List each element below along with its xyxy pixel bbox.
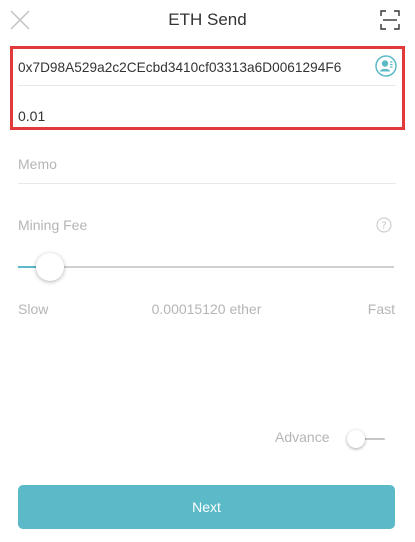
next-button[interactable]: Next: [18, 485, 395, 529]
advance-toggle[interactable]: [347, 428, 389, 450]
header-bar: ETH Send: [0, 0, 415, 40]
help-button[interactable]: ?: [376, 217, 392, 233]
slider-thumb[interactable]: [36, 253, 64, 281]
advance-label: Advance: [275, 429, 330, 445]
fee-fast-label: Fast: [367, 301, 395, 317]
svg-text:?: ?: [381, 221, 386, 232]
contact-icon: [375, 55, 397, 77]
contact-button[interactable]: [375, 55, 397, 77]
mining-fee-slider[interactable]: [18, 252, 394, 282]
memo-field[interactable]: Memo: [18, 146, 396, 184]
toggle-knob: [347, 430, 365, 448]
scan-icon: [380, 10, 400, 30]
fee-value: 0.00015120 ether: [151, 301, 262, 317]
mining-fee-label: Mining Fee: [18, 217, 88, 233]
scan-button[interactable]: [379, 9, 401, 31]
address-field[interactable]: 0x7D98A529a2c2CEcbd3410cf03313a6D0061294…: [18, 48, 397, 86]
address-value[interactable]: 0x7D98A529a2c2CEcbd3410cf03313a6D0061294…: [18, 60, 341, 75]
slider-track: [18, 266, 394, 268]
page-title: ETH Send: [168, 10, 247, 29]
amount-value[interactable]: 0.01: [18, 108, 45, 124]
help-icon: ?: [376, 217, 392, 233]
amount-field[interactable]: 0.01: [18, 96, 396, 134]
memo-placeholder: Memo: [18, 156, 57, 172]
